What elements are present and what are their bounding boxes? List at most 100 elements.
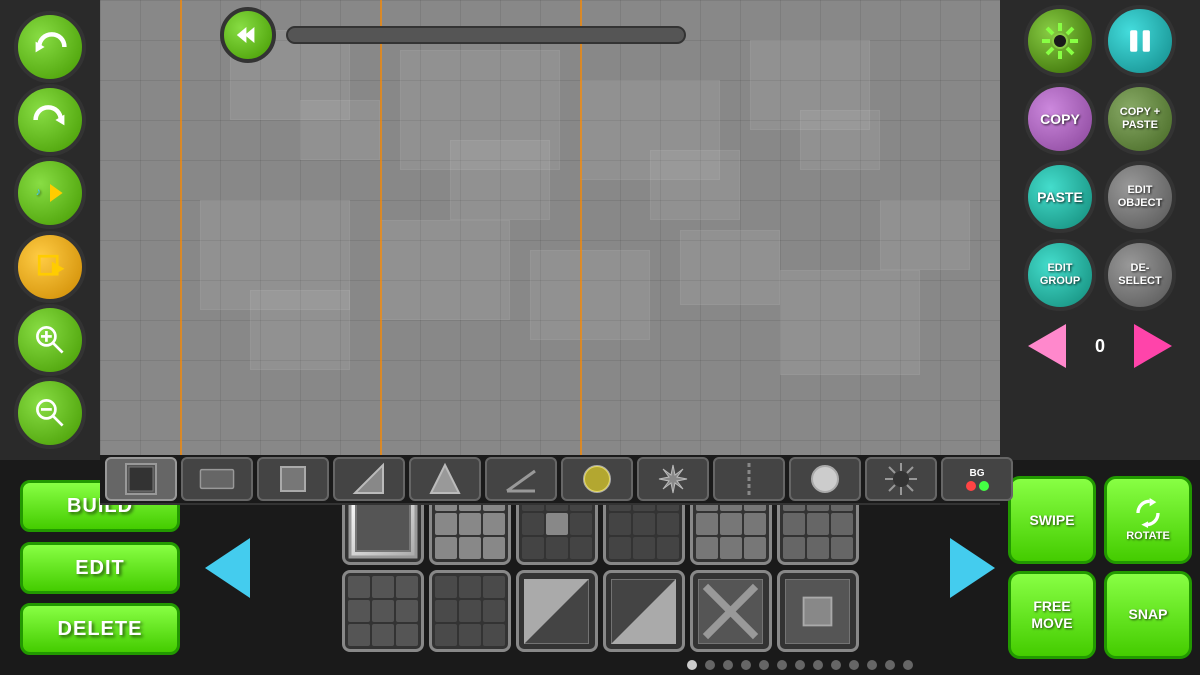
dot-2 bbox=[705, 660, 715, 670]
rotate-icon bbox=[1133, 498, 1163, 528]
bg-decoration bbox=[650, 150, 740, 220]
tab-burst[interactable] bbox=[865, 457, 937, 501]
tab-orb[interactable] bbox=[561, 457, 633, 501]
paste-row: PASTE EDIT OBJECT bbox=[1024, 161, 1176, 233]
spike-tab-icon bbox=[427, 461, 463, 497]
bg-decoration bbox=[300, 100, 380, 160]
zoom-in-button[interactable] bbox=[14, 304, 86, 376]
dot-7 bbox=[795, 660, 805, 670]
right-control-panel: SWIPE ROTATE FREE MOVE SNAP bbox=[1000, 460, 1200, 675]
copy-paste-button[interactable]: COPY + PASTE bbox=[1104, 83, 1176, 155]
pause-icon bbox=[1122, 23, 1158, 59]
object-tabs-bar: BG bbox=[100, 455, 1000, 505]
pagination-dots bbox=[400, 660, 1200, 670]
editor-area bbox=[100, 0, 1000, 460]
bg-decoration bbox=[880, 200, 970, 270]
settings-button[interactable] bbox=[1024, 5, 1096, 77]
tab-chain[interactable] bbox=[713, 457, 785, 501]
page-next-button[interactable] bbox=[1128, 321, 1178, 371]
music-play-button[interactable]: ♪ bbox=[14, 157, 86, 229]
swipe-button[interactable]: SWIPE bbox=[1008, 476, 1096, 564]
action-row-1: SWIPE ROTATE bbox=[1008, 476, 1192, 564]
page-nav: 0 bbox=[1022, 321, 1178, 371]
tab-ramp[interactable] bbox=[485, 457, 557, 501]
pause-button[interactable] bbox=[1104, 5, 1176, 77]
dot-1 bbox=[687, 660, 697, 670]
color-dots bbox=[966, 481, 989, 491]
dot-8 bbox=[813, 660, 823, 670]
dot-12 bbox=[885, 660, 895, 670]
marker-line bbox=[180, 0, 182, 460]
object-item[interactable] bbox=[777, 570, 859, 652]
triangle-block-preview bbox=[524, 579, 589, 644]
play-mode-icon bbox=[32, 249, 68, 285]
left-sidebar: ♪ bbox=[0, 0, 100, 460]
object-item[interactable] bbox=[603, 570, 685, 652]
tab-circle[interactable] bbox=[789, 457, 861, 501]
action-row-2: FREE MOVE SNAP bbox=[1008, 571, 1192, 659]
sawblade-tab-icon bbox=[655, 461, 691, 497]
play-mode-button[interactable] bbox=[14, 231, 86, 303]
tab-bg[interactable]: BG bbox=[941, 457, 1013, 501]
x-block-preview bbox=[698, 579, 763, 644]
edit-object-button[interactable]: EDIT OBJECT bbox=[1104, 161, 1176, 233]
small-block-preview bbox=[785, 579, 850, 644]
dot-10 bbox=[849, 660, 859, 670]
edit-group-button[interactable]: EDIT GROUP bbox=[1024, 239, 1096, 311]
rotate-button[interactable]: ROTATE bbox=[1104, 476, 1192, 564]
bg-decoration bbox=[680, 230, 780, 305]
bg-decoration bbox=[380, 220, 510, 320]
dot-6 bbox=[777, 660, 787, 670]
zoom-in-icon bbox=[32, 322, 68, 358]
slope-tab-icon bbox=[351, 461, 387, 497]
page-number: 0 bbox=[1080, 336, 1120, 357]
wide-block-icon bbox=[199, 461, 235, 497]
object-item[interactable] bbox=[516, 570, 598, 652]
tab-spike[interactable] bbox=[409, 457, 481, 501]
page-prev-button[interactable] bbox=[1022, 321, 1072, 371]
right-sidebar: COPY COPY + PASTE PASTE EDIT OBJECT EDIT… bbox=[1000, 0, 1200, 460]
svg-text:♪: ♪ bbox=[36, 186, 41, 198]
blocks-tab-icon bbox=[123, 461, 159, 497]
chain-tab-icon bbox=[731, 461, 767, 497]
deselect-button[interactable]: DE- SELECT bbox=[1104, 239, 1176, 311]
undo-icon bbox=[32, 29, 68, 65]
grid-prev-button[interactable] bbox=[205, 538, 250, 598]
free-move-button[interactable]: FREE MOVE bbox=[1008, 571, 1096, 659]
triangle-block-preview2 bbox=[611, 579, 676, 644]
tab-sawblade[interactable] bbox=[637, 457, 709, 501]
paste-button[interactable]: PASTE bbox=[1024, 161, 1096, 233]
edit-button[interactable]: EDIT bbox=[20, 542, 180, 594]
block-inner-grid bbox=[435, 576, 505, 646]
block-inner-grid bbox=[348, 576, 418, 646]
copy-row: COPY COPY + PASTE bbox=[1024, 83, 1176, 155]
dot-3 bbox=[723, 660, 733, 670]
snap-button[interactable]: SNAP bbox=[1104, 571, 1192, 659]
ramp-tab-icon bbox=[503, 461, 539, 497]
bg-decoration bbox=[800, 110, 880, 170]
zoom-out-button[interactable] bbox=[14, 377, 86, 449]
object-item[interactable] bbox=[429, 570, 511, 652]
bg-decoration bbox=[530, 250, 650, 340]
tab-blocks[interactable] bbox=[105, 457, 177, 501]
undo-button[interactable] bbox=[14, 11, 86, 83]
dot-11 bbox=[867, 660, 877, 670]
grid-next-button[interactable] bbox=[950, 538, 995, 598]
redo-button[interactable] bbox=[14, 84, 86, 156]
bg-decoration bbox=[780, 270, 920, 375]
copy-button[interactable]: COPY bbox=[1024, 83, 1096, 155]
music-play-icon: ♪ bbox=[32, 175, 68, 211]
tab-blocks2[interactable] bbox=[181, 457, 253, 501]
group-row: EDIT GROUP DE- SELECT bbox=[1024, 239, 1176, 311]
object-item[interactable] bbox=[342, 570, 424, 652]
delete-button[interactable]: DELETE bbox=[20, 603, 180, 655]
circle-tab-icon bbox=[807, 461, 843, 497]
burst-tab-icon bbox=[883, 461, 919, 497]
gear-icon bbox=[1038, 19, 1082, 63]
object-item[interactable] bbox=[690, 570, 772, 652]
tab-slope[interactable] bbox=[333, 457, 405, 501]
marker-line bbox=[580, 0, 582, 460]
dot-9 bbox=[831, 660, 841, 670]
small-block-icon bbox=[275, 461, 311, 497]
tab-blocks3[interactable] bbox=[257, 457, 329, 501]
